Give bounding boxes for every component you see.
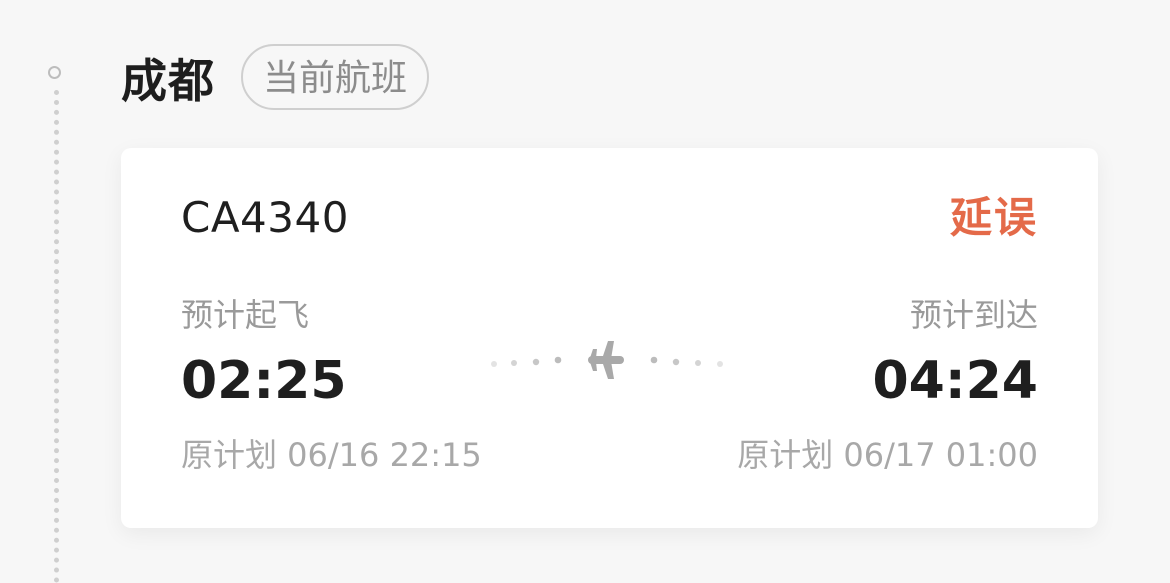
departure-time: 02:25 (181, 351, 347, 411)
current-flight-badge: 当前航班 (241, 44, 430, 110)
route-indicator (484, 336, 734, 386)
flight-status-badge: 延误 (949, 193, 1038, 242)
arrival-label: 预计到达 (909, 296, 1038, 334)
arrival-original-time: 原计划 06/17 01:00 (737, 436, 1038, 474)
departure-label: 预计起飞 (181, 296, 310, 334)
timeline-dot (48, 66, 61, 79)
departure-original-time: 原计划 06/16 22:15 (181, 436, 482, 474)
airplane-icon (588, 341, 624, 379)
flight-card[interactable]: CA4340 延误 预计起飞 预计到达 02:25 04:24 原计划 06/1… (121, 148, 1098, 528)
city-title: 成都 (121, 54, 215, 108)
timeline-line (54, 90, 59, 583)
flight-number: CA4340 (181, 193, 349, 242)
arrival-time: 04:24 (872, 351, 1038, 411)
